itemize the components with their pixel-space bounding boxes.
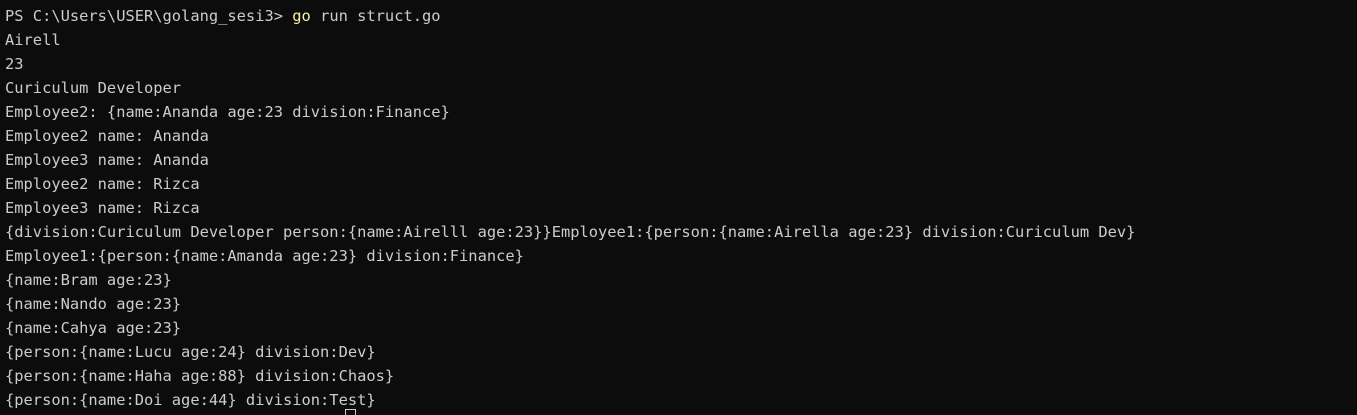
- command-prompt-line: PS C:\Users\USER\golang_sesi3> go run st…: [5, 4, 1357, 28]
- text-cursor: [345, 409, 356, 415]
- output-line: Employee3 name: Ananda: [5, 151, 209, 169]
- output-line: Employee2: {name:Ananda age:23 division:…: [5, 103, 450, 121]
- prompt-path: PS C:\Users\USER\golang_sesi3>: [5, 7, 293, 25]
- output-line: Airell: [5, 31, 61, 49]
- command-args: run struct.go: [310, 7, 441, 25]
- command-keyword: go: [292, 7, 311, 25]
- output-line: {person:{name:Doi age:44} division:Test}: [5, 391, 376, 409]
- output-line: Employee2 name: Ananda: [5, 127, 209, 145]
- output-line: Employee1:{person:{name:Amanda age:23} d…: [5, 247, 524, 265]
- output-line: {division:Curiculum Developer person:{na…: [5, 223, 1136, 241]
- output-line: Curiculum Developer: [5, 79, 182, 97]
- output-line: {name:Cahya age:23}: [5, 319, 182, 337]
- output-line: Employee2 name: Rizca: [5, 175, 200, 193]
- output-line: Employee3 name: Rizca: [5, 199, 200, 217]
- output-line: {name:Bram age:23}: [5, 271, 172, 289]
- output-line: {name:Nando age:23}: [5, 295, 182, 313]
- terminal-window[interactable]: PS C:\Users\USER\golang_sesi3> go run st…: [0, 0, 1357, 415]
- output-line: {person:{name:Haha age:88} division:Chao…: [5, 367, 395, 385]
- output-line: {person:{name:Lucu age:24} division:Dev}: [5, 343, 376, 361]
- output-line: 23: [5, 55, 24, 73]
